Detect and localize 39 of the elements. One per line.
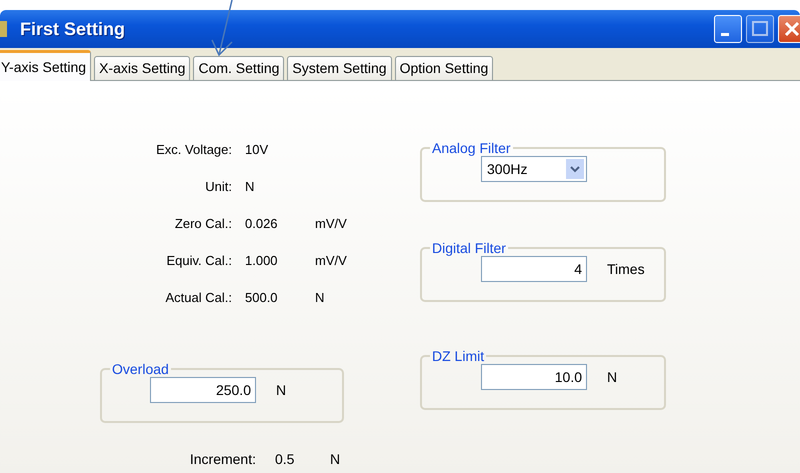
unit-label: N [276, 382, 286, 398]
field-value: 500.0 [245, 290, 279, 305]
minimize-icon [721, 33, 729, 36]
unit-label: N [330, 451, 340, 467]
field-label: Zero Cal.: [174, 216, 232, 231]
caret-icon [566, 159, 584, 179]
field-value: 0.5 [275, 451, 296, 467]
window-title: First Setting [20, 18, 126, 40]
unit-label: N [607, 369, 618, 385]
field-value: 10V [245, 142, 270, 157]
close-button[interactable] [778, 15, 800, 43]
field-label: Increment: [188, 451, 256, 467]
dropdown[interactable]: 300Hz [481, 156, 587, 182]
unit-label: mV/V [315, 216, 347, 231]
group-title: DZ Limit [431, 348, 486, 364]
tab[interactable]: Y-axis Setting [0, 50, 92, 81]
field-label: Exc. Voltage: [155, 142, 232, 157]
group-title: Analog Filter [431, 140, 512, 156]
tab[interactable]: Com. Setting [193, 56, 284, 80]
unit-label: N [315, 290, 324, 305]
field-label: Actual Cal.: [164, 290, 232, 305]
group-title: Overload [111, 361, 170, 377]
field-label: Equiv. Cal.: [165, 253, 232, 268]
app-icon [0, 21, 7, 37]
input-field[interactable]: 4 [481, 256, 587, 282]
field-value: 0.026 [245, 216, 279, 231]
tab[interactable]: X-axis Setting [94, 56, 190, 80]
input-field[interactable]: 10.0 [481, 364, 587, 390]
field-value: 1.000 [245, 253, 279, 268]
tab[interactable]: Option Setting [394, 56, 494, 80]
input-field[interactable]: 250.0 [150, 377, 256, 403]
unit-label: Times [607, 261, 645, 277]
group-title: Digital Filter [431, 240, 507, 256]
minimize-button[interactable] [714, 15, 742, 43]
field-label: Unit: [204, 179, 232, 194]
maximize-button[interactable] [746, 15, 774, 43]
unit-label: mV/V [315, 253, 347, 268]
tab[interactable]: System Setting [287, 56, 392, 80]
field-value: N [245, 179, 256, 194]
